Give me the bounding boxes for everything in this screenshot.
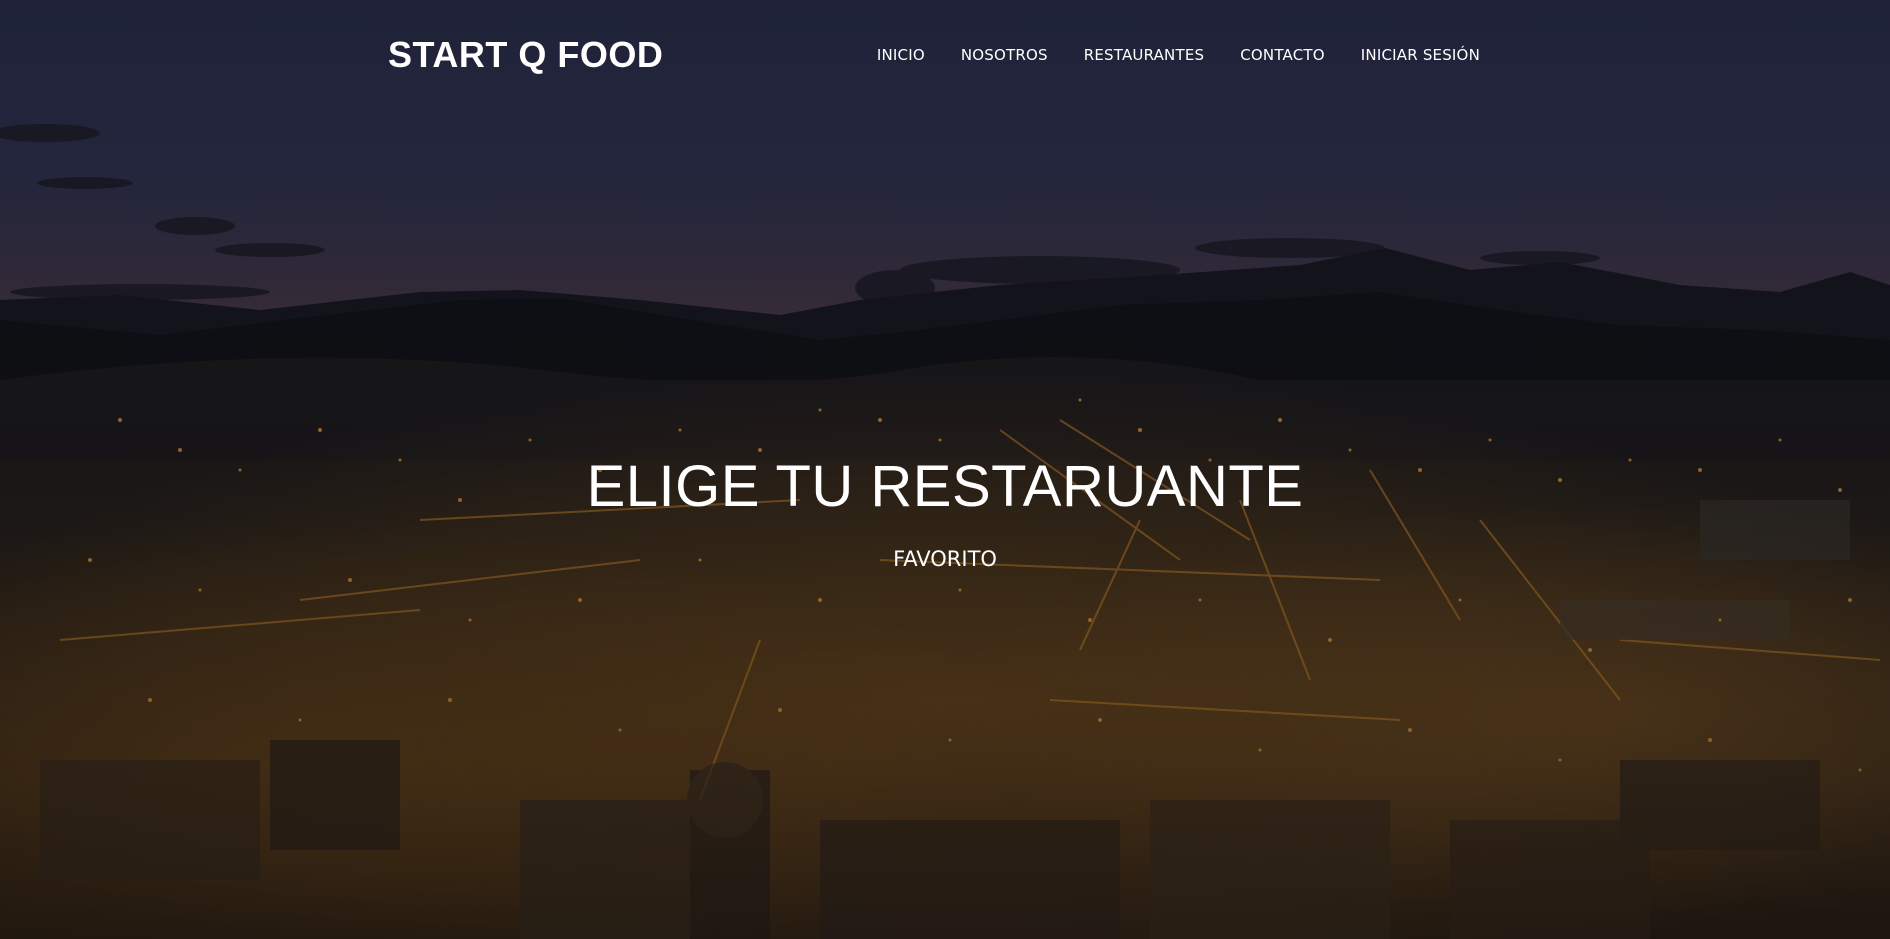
nav-link-restaurantes[interactable]: RESTAURANTES bbox=[1084, 46, 1205, 64]
hero-section: START Q FOOD INICIO NOSOTROS RESTAURANTE… bbox=[0, 0, 1890, 939]
brand-logo[interactable]: START Q FOOD bbox=[388, 34, 663, 76]
nav-link-nosotros[interactable]: NOSOTROS bbox=[961, 46, 1048, 64]
nav-item-inicio: INICIO bbox=[877, 46, 925, 65]
nav-menu: INICIO NOSOTROS RESTAURANTES CONTACTO IN… bbox=[877, 46, 1480, 65]
top-navbar: START Q FOOD INICIO NOSOTROS RESTAURANTE… bbox=[0, 0, 1890, 112]
hero-title: ELIGE TU RESTARUANTE bbox=[586, 454, 1304, 519]
nav-link-inicio[interactable]: INICIO bbox=[877, 46, 925, 64]
nav-item-nosotros: NOSOTROS bbox=[961, 46, 1048, 65]
nav-link-iniciar-sesion[interactable]: INICIAR SESIÓN bbox=[1361, 46, 1480, 64]
nav-link-contacto[interactable]: CONTACTO bbox=[1240, 46, 1325, 64]
hero-content: ELIGE TU RESTARUANTE FAVORITO bbox=[0, 455, 1890, 571]
nav-item-contacto: CONTACTO bbox=[1240, 46, 1325, 65]
hero-subtitle: FAVORITO bbox=[893, 546, 997, 571]
nav-item-iniciar-sesion: INICIAR SESIÓN bbox=[1361, 46, 1480, 65]
nav-item-restaurantes: RESTAURANTES bbox=[1084, 46, 1205, 65]
